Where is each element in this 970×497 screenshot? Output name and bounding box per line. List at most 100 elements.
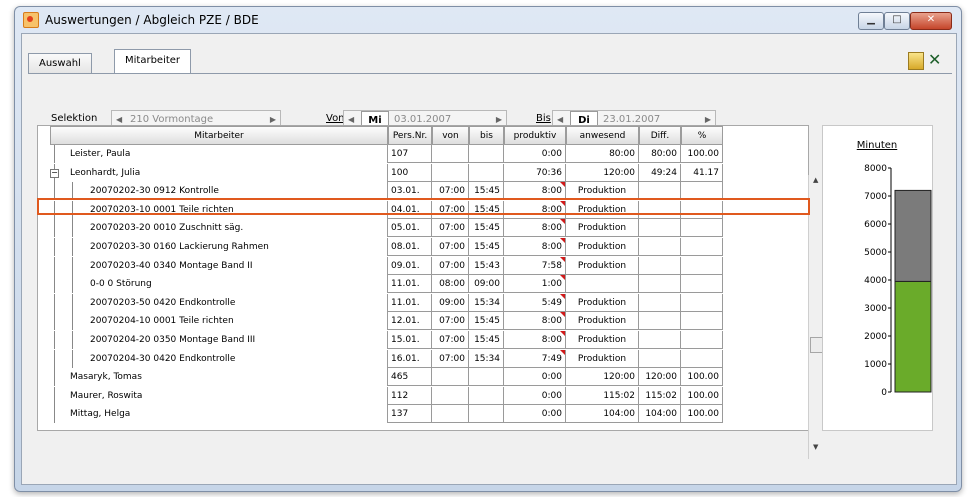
- cell-bis: [469, 368, 504, 387]
- cell-bis: 15:45: [469, 182, 504, 201]
- note-marker-icon: [560, 331, 565, 336]
- cell-produktiv: 8:00: [504, 200, 566, 219]
- cell-diff: [639, 349, 681, 368]
- cell-bis: 15:45: [469, 238, 504, 256]
- cell-pct: 100.00: [681, 405, 723, 424]
- cell-von: 07:00: [432, 331, 469, 349]
- table-row[interactable]: 20070204-10 0001 Teile richten 12.01. 07:0…: [38, 312, 808, 331]
- y-tick-label: 4000: [864, 276, 887, 286]
- cell-pct: [681, 275, 723, 294]
- cell-persnr: 08.01.: [388, 238, 432, 256]
- close-button[interactable]: ✕: [910, 12, 952, 30]
- cell-produktiv: 8:00: [504, 331, 566, 349]
- cell-produktiv: 5:49: [504, 293, 566, 312]
- cell-von: 07:00: [432, 256, 469, 275]
- col-header-mitarbeiter[interactable]: Mitarbeiter: [50, 126, 388, 145]
- tab-mitarbeiter[interactable]: Mitarbeiter: [114, 49, 192, 74]
- table-row[interactable]: 20070203-50 0420 Endkontrolle 11.01. 09:00…: [38, 293, 808, 312]
- cell-pct: [681, 312, 723, 331]
- cell-name: Leister, Paula: [50, 145, 388, 163]
- tab-auswahl[interactable]: Auswahl: [28, 53, 92, 74]
- cell-diff: [639, 182, 681, 201]
- table-row[interactable]: 20070203-40 0340 Montage Band II 09.01. 07…: [38, 256, 808, 275]
- table-row[interactable]: 20070203-20 0010 Zuschnitt säg. 05.01. 07:…: [38, 219, 808, 238]
- legend-icon[interactable]: [908, 52, 924, 70]
- cell-persnr: 03.01.: [388, 182, 432, 201]
- scroll-up-icon[interactable]: ▲: [813, 176, 818, 184]
- cell-name: 20070204-10 0001 Teile richten: [50, 312, 388, 331]
- cell-persnr: 112: [388, 386, 432, 405]
- table-row[interactable]: Maurer, Roswita 112 0:00 115:02 115:02 100.00: [38, 386, 808, 405]
- y-tick-label: 5000: [864, 248, 887, 258]
- cell-produktiv: 70:36: [504, 163, 566, 182]
- cell-persnr: 11.01.: [388, 275, 432, 294]
- cell-pct: [681, 182, 723, 201]
- collapse-icon[interactable]: −: [50, 168, 59, 178]
- table-row[interactable]: 20070202-30 0912 Kontrolle 03.01. 07:00 15:…: [38, 182, 808, 201]
- cell-name: 20070203-40 0340 Montage Band II: [50, 256, 388, 275]
- cell-name: 20070203-10 0001 Teile richten: [50, 200, 388, 219]
- employee-grid: Mitarbeiter Pers.Nr. von bis produktiv a…: [37, 125, 809, 431]
- maximize-button[interactable]: □: [884, 12, 910, 30]
- cell-name: 20070204-20 0350 Montage Band III: [50, 331, 388, 349]
- cell-persnr: 05.01.: [388, 219, 432, 238]
- scroll-down-icon[interactable]: ▼: [813, 443, 818, 451]
- cell-von: 07:00: [432, 182, 469, 201]
- cell-von: [432, 405, 469, 424]
- table-row[interactable]: 20070203-30 0160 Lackierung Rahmen 08.01.…: [38, 238, 808, 256]
- cell-anwesend: Produktion: [566, 219, 639, 238]
- excel-export-icon[interactable]: ✕: [928, 50, 941, 69]
- cell-pct: [681, 256, 723, 275]
- cell-name: Masaryk, Tomas: [50, 368, 388, 387]
- cell-von: 07:00: [432, 349, 469, 368]
- y-tick-label: 2000: [864, 332, 887, 342]
- chart-bar-segment: [894, 280, 932, 393]
- cell-bis: 15:45: [469, 200, 504, 219]
- col-header-von[interactable]: von: [432, 126, 469, 145]
- chart-bar-segment: [894, 189, 932, 282]
- von-label: Von: [326, 113, 345, 124]
- cell-name: 20070203-30 0160 Lackierung Rahmen: [50, 238, 388, 256]
- col-header-diff[interactable]: Diff.: [639, 126, 681, 145]
- y-tick-label: 8000: [864, 164, 887, 174]
- y-tick-label: 7000: [864, 192, 887, 202]
- cell-persnr: 16.01.: [388, 349, 432, 368]
- table-row[interactable]: Leister, Paula 107 0:00 80:00 80:00 100.00: [38, 145, 808, 163]
- cell-anwesend: Produktion: [566, 200, 639, 219]
- cell-anwesend: Produktion: [566, 331, 639, 349]
- cell-bis: 15:45: [469, 219, 504, 238]
- cell-von: [432, 368, 469, 387]
- cell-produktiv: 0:00: [504, 145, 566, 163]
- cell-anwesend: Produktion: [566, 238, 639, 256]
- note-marker-icon: [560, 349, 565, 355]
- cell-anwesend: Produktion: [566, 349, 639, 368]
- cell-diff: 104:00: [639, 405, 681, 424]
- cell-diff: [639, 238, 681, 256]
- cell-bis: [469, 163, 504, 182]
- cell-produktiv: 0:00: [504, 405, 566, 424]
- col-header-persnr[interactable]: Pers.Nr.: [388, 126, 432, 145]
- note-marker-icon: [560, 293, 565, 299]
- table-row[interactable]: 0-0 0 Störung 11.01. 08:00 09:00 1:00: [38, 275, 808, 294]
- table-row[interactable]: Leonhardt, Julia 100 70:36 120:00 49:24 41.17…: [38, 163, 808, 182]
- col-header-pct[interactable]: %: [681, 126, 723, 145]
- table-row[interactable]: 20070204-20 0350 Montage Band III 15.01. 0…: [38, 331, 808, 349]
- col-header-bis[interactable]: bis: [469, 126, 504, 145]
- note-marker-icon: [560, 219, 565, 225]
- cell-pct: [681, 331, 723, 349]
- table-row[interactable]: 20070204-30 0420 Endkontrolle 16.01. 07:00…: [38, 349, 808, 368]
- window-title: Auswertungen / Abgleich PZE / BDE: [45, 13, 259, 27]
- table-row[interactable]: 20070203-10 0001 Teile richten 04.01. 07:0…: [38, 200, 808, 219]
- minimize-button[interactable]: ▁: [858, 12, 884, 30]
- col-header-produktiv[interactable]: produktiv: [504, 126, 566, 145]
- cell-von: 07:00: [432, 312, 469, 331]
- table-row[interactable]: Mittag, Helga 137 0:00 104:00 104:00 100.00: [38, 405, 808, 424]
- cell-persnr: 09.01.: [388, 256, 432, 275]
- table-row[interactable]: Masaryk, Tomas 465 0:00 120:00 120:00 100.00: [38, 368, 808, 387]
- cell-bis: [469, 405, 504, 424]
- cell-produktiv: 8:00: [504, 238, 566, 256]
- cell-bis: [469, 386, 504, 405]
- cell-anwesend: 104:00: [566, 405, 639, 424]
- cell-anwesend: Produktion: [566, 293, 639, 312]
- col-header-anwesend[interactable]: anwesend: [566, 126, 639, 145]
